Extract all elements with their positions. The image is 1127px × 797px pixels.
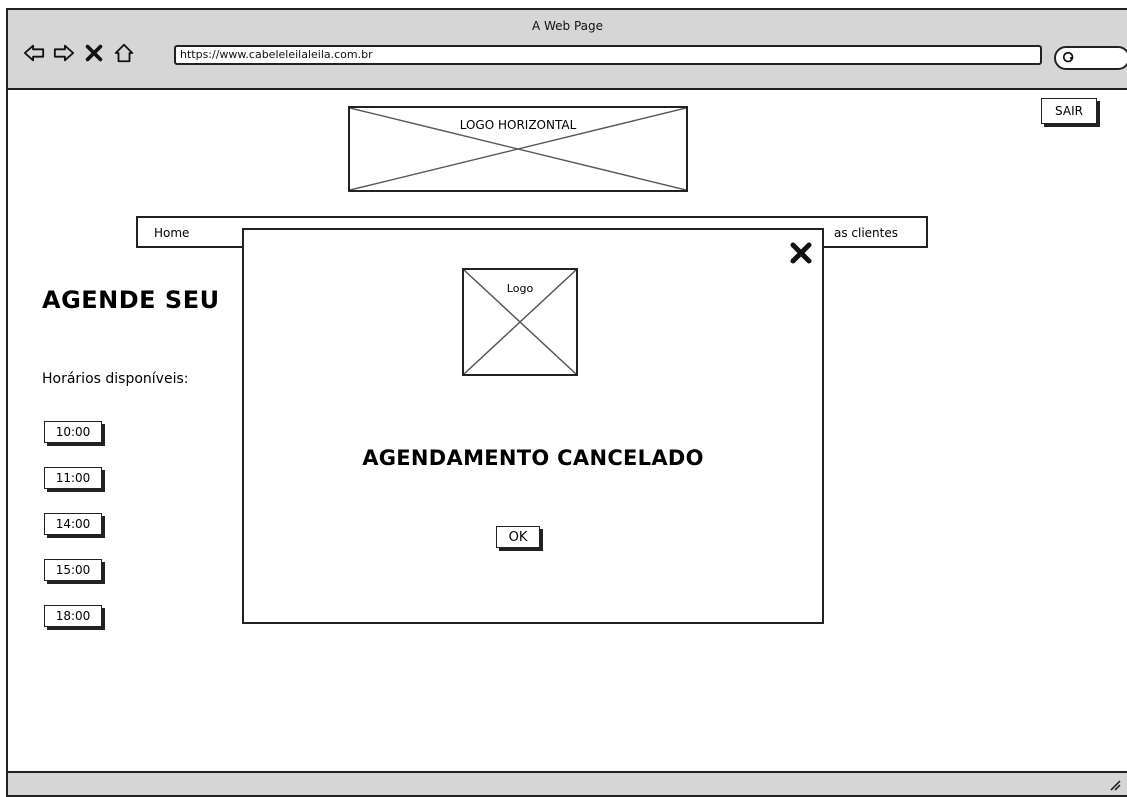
home-icon[interactable] [112,41,136,65]
time-slot-button[interactable]: 15:00 [44,559,102,581]
resize-grip-icon[interactable] [1107,777,1121,791]
stop-icon[interactable] [82,41,106,65]
time-slot-button[interactable]: 10:00 [44,421,102,443]
time-slot-button[interactable]: 11:00 [44,467,102,489]
modal-logo-label: Logo [506,282,534,295]
browser-statusbar [8,771,1127,795]
back-arrow-icon[interactable] [22,41,46,65]
page-heading: AGENDE SEU [42,286,220,314]
address-bar[interactable]: https://www.cabeleleilaleila.com.br [174,45,1042,65]
cancellation-modal: Logo AGENDAMENTO CANCELADO OK [242,228,824,624]
browser-search-field[interactable] [1054,46,1127,70]
search-icon [1062,51,1074,63]
logo-horizontal-placeholder: LOGO HORIZONTAL [348,106,688,192]
window-title: A Web Page [531,19,604,33]
time-slot-button[interactable]: 18:00 [44,605,102,627]
close-icon[interactable] [790,242,812,264]
browser-nav-controls [22,40,136,66]
modal-message: AGENDAMENTO CANCELADO [362,446,704,470]
nav-item-clientes[interactable]: as clientes [834,226,898,240]
available-slots-label: Horários disponíveis: [42,371,189,387]
browser-titlebar: A Web Page https://www.cabeleleilaleila.… [8,10,1127,90]
ok-button[interactable]: OK [496,526,540,548]
forward-arrow-icon[interactable] [52,41,76,65]
logout-button[interactable]: SAIR [1041,98,1097,124]
modal-logo-placeholder: Logo [462,268,578,376]
time-slot-button[interactable]: 14:00 [44,513,102,535]
logo-horizontal-label: LOGO HORIZONTAL [459,118,577,132]
nav-item-home[interactable]: Home [154,226,189,240]
